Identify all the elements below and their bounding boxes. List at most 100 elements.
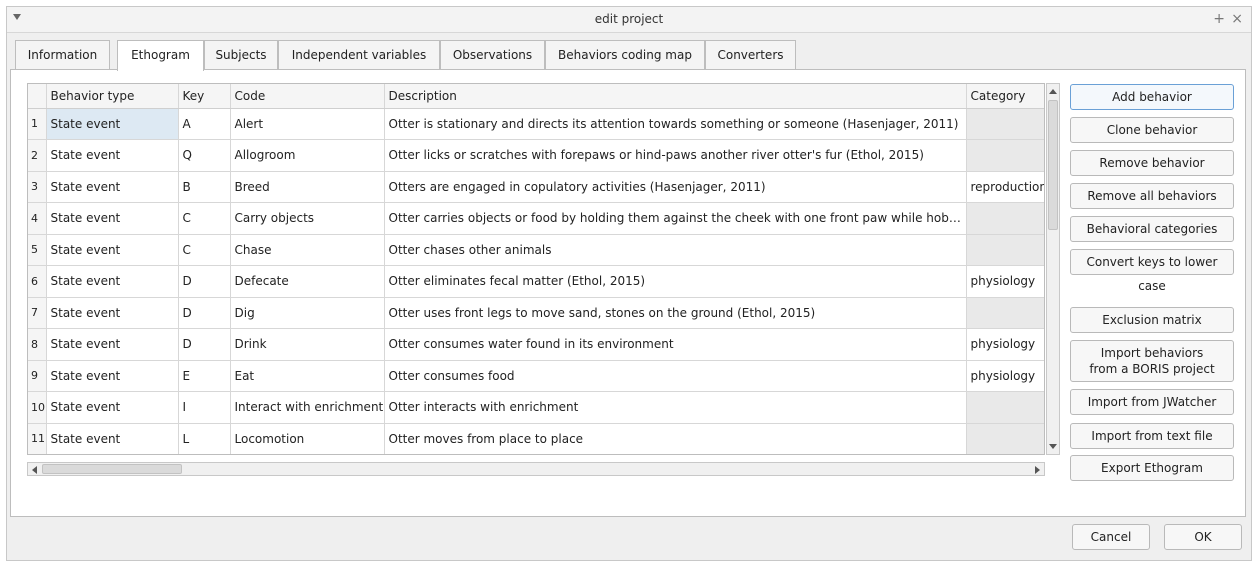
clone-behavior-button[interactable]: Clone behavior	[1070, 117, 1234, 143]
behavior-type-cell[interactable]: State event	[46, 391, 179, 424]
code-cell[interactable]: Chase	[230, 234, 385, 266]
header-description[interactable]: Description	[384, 84, 967, 109]
code-cell[interactable]: Carry objects	[230, 202, 385, 235]
vertical-scroll-thumb[interactable]	[1048, 100, 1058, 230]
description-cell[interactable]: Otter carries objects or food by holding…	[384, 202, 967, 235]
description-cell[interactable]: Otter interacts with enrichment	[384, 391, 967, 424]
key-cell[interactable]: D	[178, 328, 231, 361]
import-text-file-button[interactable]: Import from text file	[1070, 423, 1234, 449]
category-cell[interactable]	[966, 297, 1044, 329]
behavior-type-cell[interactable]: State event	[46, 423, 179, 454]
code-cell[interactable]: Eat	[230, 360, 385, 392]
description-cell[interactable]: Otter moves from place to place	[384, 423, 967, 454]
import-jwatcher-button[interactable]: Import from JWatcher	[1070, 389, 1234, 415]
behavior-type-cell[interactable]: State event	[46, 328, 179, 361]
ok-button[interactable]: OK	[1164, 524, 1242, 550]
key-cell[interactable]: I	[178, 391, 231, 424]
behavior-type-cell[interactable]: State event	[46, 265, 179, 298]
table-row[interactable]: 5 State event C Chase Otter chases other ani…	[28, 234, 1044, 266]
remove-behavior-button[interactable]: Remove behavior	[1070, 150, 1234, 176]
import-boris-project-button[interactable]: Import behaviors from a BORIS project	[1070, 340, 1234, 382]
tab-subjects[interactable]: Subjects	[204, 40, 278, 70]
horizontal-scroll-thumb[interactable]	[42, 464, 182, 474]
behavior-type-cell[interactable]: State event	[46, 139, 179, 172]
table-row[interactable]: 4 State event C Carry objects Otter carries …	[28, 202, 1044, 235]
horizontal-scrollbar[interactable]	[27, 462, 1045, 476]
code-cell[interactable]: Locomotion	[230, 423, 385, 454]
key-cell[interactable]: C	[178, 202, 231, 235]
behavior-type-cell[interactable]: State event	[46, 297, 179, 329]
exclusion-matrix-button[interactable]: Exclusion matrix	[1070, 307, 1234, 333]
key-cell[interactable]: D	[178, 265, 231, 298]
ethogram-table[interactable]: Behavior type Key Code Description Categ…	[27, 83, 1045, 455]
header-key[interactable]: Key	[178, 84, 231, 109]
export-ethogram-button[interactable]: Export Ethogram	[1070, 455, 1234, 481]
category-cell[interactable]	[966, 234, 1044, 266]
description-cell[interactable]: Otter eliminates fecal matter (Ethol, 20…	[384, 265, 967, 298]
category-cell[interactable]: reproduction	[966, 171, 1044, 203]
description-cell[interactable]: Otter uses front legs to move sand, ston…	[384, 297, 967, 329]
table-row[interactable]: 2 State event Q Allogroom Otter licks or scr…	[28, 139, 1044, 172]
code-cell[interactable]: Allogroom	[230, 139, 385, 172]
description-cell[interactable]: Otter chases other animals	[384, 234, 967, 266]
behavior-type-cell[interactable]: State event	[46, 202, 179, 235]
header-category[interactable]: Category	[966, 84, 1044, 109]
add-behavior-button[interactable]: Add behavior	[1070, 84, 1234, 110]
table-row[interactable]: 3 State event B Breed Otters are engaged in …	[28, 171, 1044, 203]
corner-cell[interactable]	[28, 84, 47, 109]
code-cell[interactable]: Drink	[230, 328, 385, 361]
description-cell[interactable]: Otter consumes food	[384, 360, 967, 392]
table-row[interactable]: 6 State event D Defecate Otter eliminates fe…	[28, 265, 1044, 298]
scroll-up-icon[interactable]	[1049, 89, 1057, 94]
table-row[interactable]: 1 State event A Alert Otter is stationary an…	[28, 108, 1044, 140]
key-cell[interactable]: A	[178, 108, 231, 140]
close-icon[interactable]: ×	[1231, 11, 1243, 27]
behavior-type-cell[interactable]: State event	[46, 171, 179, 203]
header-behavior-type[interactable]: Behavior type	[46, 84, 179, 109]
behavior-type-cell[interactable]: State event	[46, 108, 179, 140]
category-cell[interactable]	[966, 423, 1044, 454]
remove-all-behaviors-button[interactable]: Remove all behaviors	[1070, 183, 1234, 209]
description-cell[interactable]: Otters are engaged in copulatory activit…	[384, 171, 967, 203]
tab-observations[interactable]: Observations	[440, 40, 545, 70]
code-cell[interactable]: Defecate	[230, 265, 385, 298]
category-cell[interactable]	[966, 202, 1044, 235]
vertical-scrollbar[interactable]	[1046, 83, 1060, 455]
cancel-button[interactable]: Cancel	[1072, 524, 1150, 550]
table-row[interactable]: 8 State event D Drink Otter consumes water f…	[28, 328, 1044, 361]
tab-information[interactable]: Information	[15, 40, 110, 70]
category-cell[interactable]	[966, 139, 1044, 172]
table-row[interactable]: 9 State event E Eat Otter consumes food physi…	[28, 360, 1044, 392]
key-cell[interactable]: E	[178, 360, 231, 392]
description-cell[interactable]: Otter consumes water found in its enviro…	[384, 328, 967, 361]
convert-keys-lower-case-button[interactable]: Convert keys to lower case	[1070, 249, 1234, 293]
category-cell[interactable]: physiology	[966, 265, 1044, 298]
behavioral-categories-button[interactable]: Behavioral categories	[1070, 216, 1234, 242]
tab-converters[interactable]: Converters	[705, 40, 796, 70]
header-code[interactable]: Code	[230, 84, 385, 109]
scroll-left-icon[interactable]	[32, 466, 37, 474]
description-cell[interactable]: Otter is stationary and directs its atte…	[384, 108, 967, 140]
key-cell[interactable]: C	[178, 234, 231, 266]
table-row[interactable]: 10 State event I Interact with enrichment Ot…	[28, 391, 1044, 424]
code-cell[interactable]: Dig	[230, 297, 385, 329]
key-cell[interactable]: D	[178, 297, 231, 329]
code-cell[interactable]: Interact with enrichment	[230, 391, 385, 424]
code-cell[interactable]: Breed	[230, 171, 385, 203]
code-cell[interactable]: Alert	[230, 108, 385, 140]
key-cell[interactable]: L	[178, 423, 231, 454]
tab-independent-variables[interactable]: Independent variables	[278, 40, 440, 70]
table-row[interactable]: 11 State event L Locomotion Otter moves from…	[28, 423, 1044, 454]
behavior-type-cell[interactable]: State event	[46, 360, 179, 392]
category-cell[interactable]: physiology	[966, 328, 1044, 361]
maximize-icon[interactable]: +	[1213, 11, 1225, 27]
category-cell[interactable]	[966, 391, 1044, 424]
key-cell[interactable]: B	[178, 171, 231, 203]
scroll-right-icon[interactable]	[1035, 466, 1040, 474]
category-cell[interactable]	[966, 108, 1044, 140]
category-cell[interactable]: physiology	[966, 360, 1044, 392]
key-cell[interactable]: Q	[178, 139, 231, 172]
behavior-type-cell[interactable]: State event	[46, 234, 179, 266]
description-cell[interactable]: Otter licks or scratches with forepaws o…	[384, 139, 967, 172]
table-row[interactable]: 7 State event D Dig Otter uses front legs to…	[28, 297, 1044, 329]
